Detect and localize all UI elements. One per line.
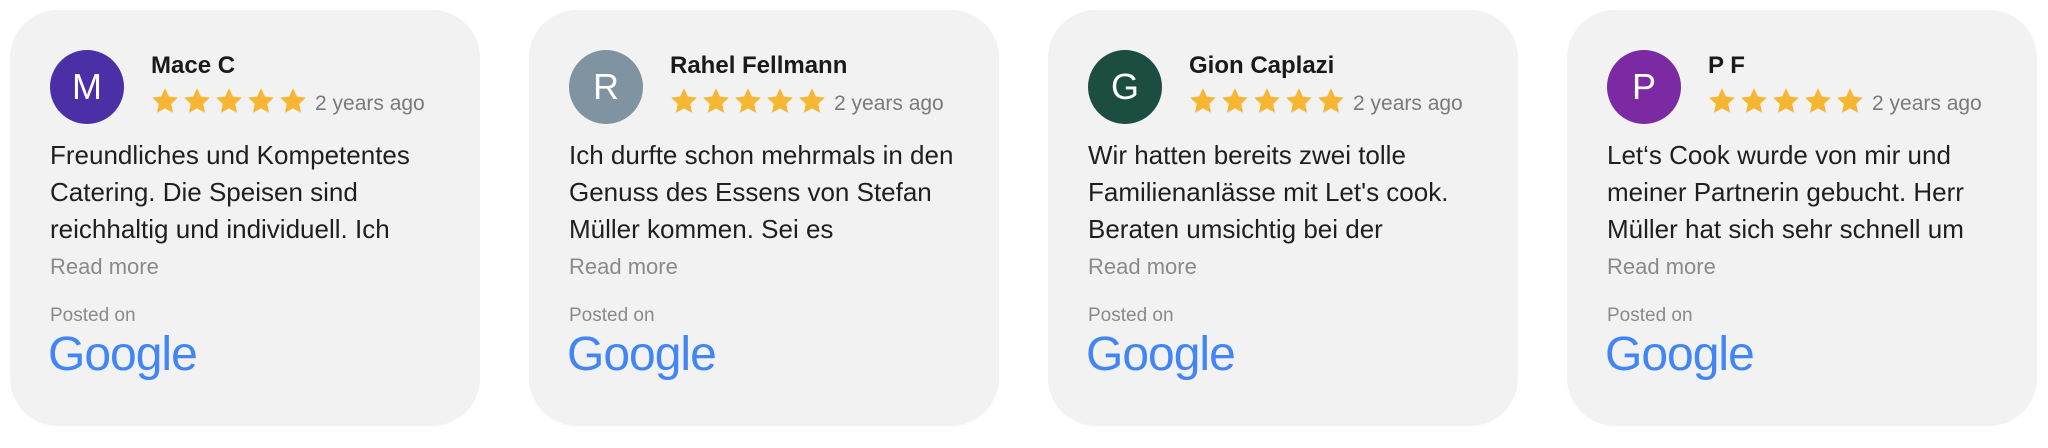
review-time: 2 years ago — [834, 92, 944, 115]
star-icon — [152, 88, 178, 113]
star-icon — [1190, 88, 1216, 113]
star-icon — [703, 88, 729, 113]
avatar: P — [1607, 50, 1681, 124]
google-logo: Google — [1605, 328, 1755, 381]
star-icon — [671, 88, 697, 113]
posted-on-label: Posted on — [1088, 305, 1174, 326]
reviews-row: M Mace C 2 years ago Freundliches und Ko… — [0, 0, 2048, 448]
review-card: P P F 2 years ago Let‘s Cook wurde von m… — [1567, 10, 2037, 426]
star-icon — [248, 88, 274, 113]
review-time: 2 years ago — [1353, 92, 1463, 115]
star-rating — [1707, 86, 1865, 118]
read-more-link[interactable]: Read more — [1088, 254, 1197, 280]
star-rating — [669, 86, 827, 118]
star-icon — [1837, 88, 1863, 113]
star-rating — [1188, 86, 1346, 118]
star-icon — [1805, 88, 1831, 113]
review-card: R Rahel Fellmann 2 years ago Ich durfte … — [529, 10, 999, 426]
star-icon — [184, 88, 210, 113]
review-text: Wir hatten bereits zwei tolle Familienan… — [1088, 140, 1449, 244]
avatar: R — [569, 50, 643, 124]
review-time: 2 years ago — [315, 92, 425, 115]
reviewer-name: Mace C — [151, 52, 236, 79]
google-logo: Google — [567, 328, 717, 381]
star-icon — [1222, 88, 1248, 113]
star-icon — [216, 88, 242, 113]
star-icon — [767, 88, 793, 113]
review-text: Ich durfte schon mehrmals in den Genuss … — [569, 140, 954, 244]
review-time: 2 years ago — [1872, 92, 1982, 115]
star-icon — [1741, 88, 1767, 113]
read-more-link[interactable]: Read more — [1607, 254, 1716, 280]
read-more-link[interactable]: Read more — [569, 254, 678, 280]
posted-on-label: Posted on — [1607, 305, 1693, 326]
avatar: M — [50, 50, 124, 124]
star-icon — [1709, 88, 1735, 113]
reviewer-name: P F — [1708, 52, 1745, 79]
reviewer-name: Rahel Fellmann — [670, 52, 848, 79]
google-logo: Google — [48, 328, 198, 381]
star-icon — [280, 88, 306, 113]
review-text: Let‘s Cook wurde von mir und meiner Part… — [1607, 140, 1964, 244]
star-icon — [1773, 88, 1799, 113]
avatar: G — [1088, 50, 1162, 124]
review-card: M Mace C 2 years ago Freundliches und Ko… — [10, 10, 480, 426]
posted-on-label: Posted on — [50, 305, 136, 326]
google-logo: Google — [1086, 328, 1236, 381]
review-card: G Gion Caplazi 2 years ago Wir hatten be… — [1048, 10, 1518, 426]
star-icon — [1286, 88, 1312, 113]
star-icon — [1318, 88, 1344, 113]
posted-on-label: Posted on — [569, 305, 655, 326]
review-text: Freundliches und Kompetentes Catering. D… — [50, 140, 410, 244]
star-icon — [735, 88, 761, 113]
reviewer-name: Gion Caplazi — [1189, 52, 1335, 79]
star-rating — [150, 86, 308, 118]
star-icon — [799, 88, 825, 113]
star-icon — [1254, 88, 1280, 113]
read-more-link[interactable]: Read more — [50, 254, 159, 280]
